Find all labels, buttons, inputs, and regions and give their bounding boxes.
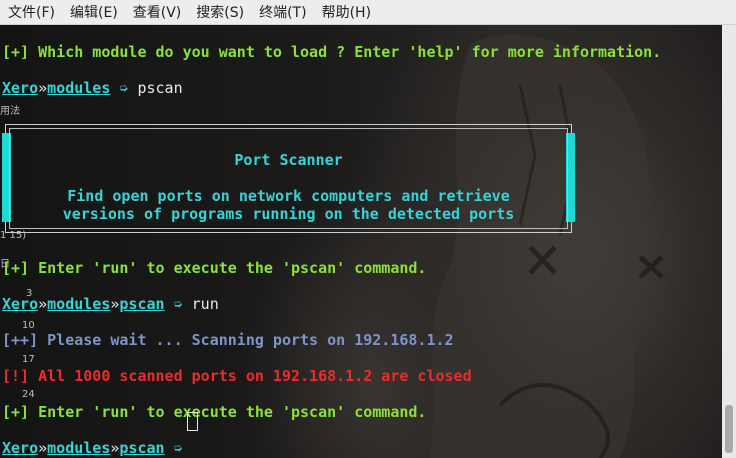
prompt-path: modules bbox=[47, 295, 111, 313]
module-prompt-line: [+] Which module do you want to load ? E… bbox=[2, 43, 662, 61]
run-hint-line: [+] Enter 'run' to execute the 'pscan' c… bbox=[2, 403, 427, 421]
background-text: 用法 bbox=[0, 106, 20, 117]
prompt-arrow-icon: ➭ bbox=[173, 439, 183, 457]
module-description-line: versions of programs running on the dete… bbox=[62, 205, 515, 223]
scan-result-line: [!] All 1000 scanned ports on 192.168.1.… bbox=[2, 367, 472, 385]
scrollbar-thumb[interactable] bbox=[725, 405, 733, 453]
prompt-user: Xero bbox=[2, 295, 39, 313]
menu-file[interactable]: 文件(F) bbox=[0, 2, 62, 22]
prompt-path: modules bbox=[47, 79, 111, 97]
vertical-scrollbar[interactable] bbox=[722, 25, 736, 458]
prompt-arrow-icon: ➭ bbox=[173, 295, 183, 313]
shell-prompt-line: Xero»modules»pscan ➭ bbox=[2, 439, 183, 457]
menu-bar: 文件(F) 编辑(E) 查看(V) 搜索(S) 终端(T) 帮助(H) bbox=[0, 0, 736, 25]
background-text: 24 bbox=[22, 389, 35, 400]
scan-wait-line: [++] Please wait ... Scanning ports on 1… bbox=[2, 331, 454, 349]
menu-search[interactable]: 搜索(S) bbox=[188, 2, 251, 22]
prompt-separator: » bbox=[38, 295, 48, 313]
run-hint-line: [+] Enter 'run' to execute the 'pscan' c… bbox=[2, 259, 427, 277]
command-text: run bbox=[191, 295, 219, 313]
background-text: 10 bbox=[22, 320, 35, 331]
terminal-area[interactable]: 用法 1 15) 日 3 10 17 24 [+] Which module d… bbox=[0, 25, 722, 458]
prompt-module: pscan bbox=[119, 439, 165, 457]
prompt-path: modules bbox=[47, 439, 111, 457]
module-description-line: Find open ports on network computers and… bbox=[67, 187, 510, 205]
menu-help[interactable]: 帮助(H) bbox=[314, 2, 378, 22]
prompt-user: Xero bbox=[2, 439, 39, 457]
command-text: pscan bbox=[137, 79, 183, 97]
prompt-module: pscan bbox=[119, 295, 165, 313]
prompt-separator: » bbox=[38, 79, 48, 97]
menu-terminal[interactable]: 终端(T) bbox=[251, 2, 313, 22]
module-info-box: Port Scanner Find open ports on network … bbox=[2, 124, 575, 233]
prompt-user: Xero bbox=[2, 79, 39, 97]
menu-view[interactable]: 查看(V) bbox=[125, 2, 189, 22]
terminal-cursor bbox=[187, 412, 198, 431]
shell-prompt-line: Xero»modules»pscan ➭ run bbox=[2, 295, 219, 313]
background-text: 17 bbox=[22, 354, 35, 365]
shell-prompt-line: Xero»modules ➭ pscan bbox=[2, 79, 183, 97]
module-title: Port Scanner bbox=[234, 151, 343, 169]
prompt-separator: » bbox=[38, 439, 48, 457]
menu-edit[interactable]: 编辑(E) bbox=[62, 2, 125, 22]
